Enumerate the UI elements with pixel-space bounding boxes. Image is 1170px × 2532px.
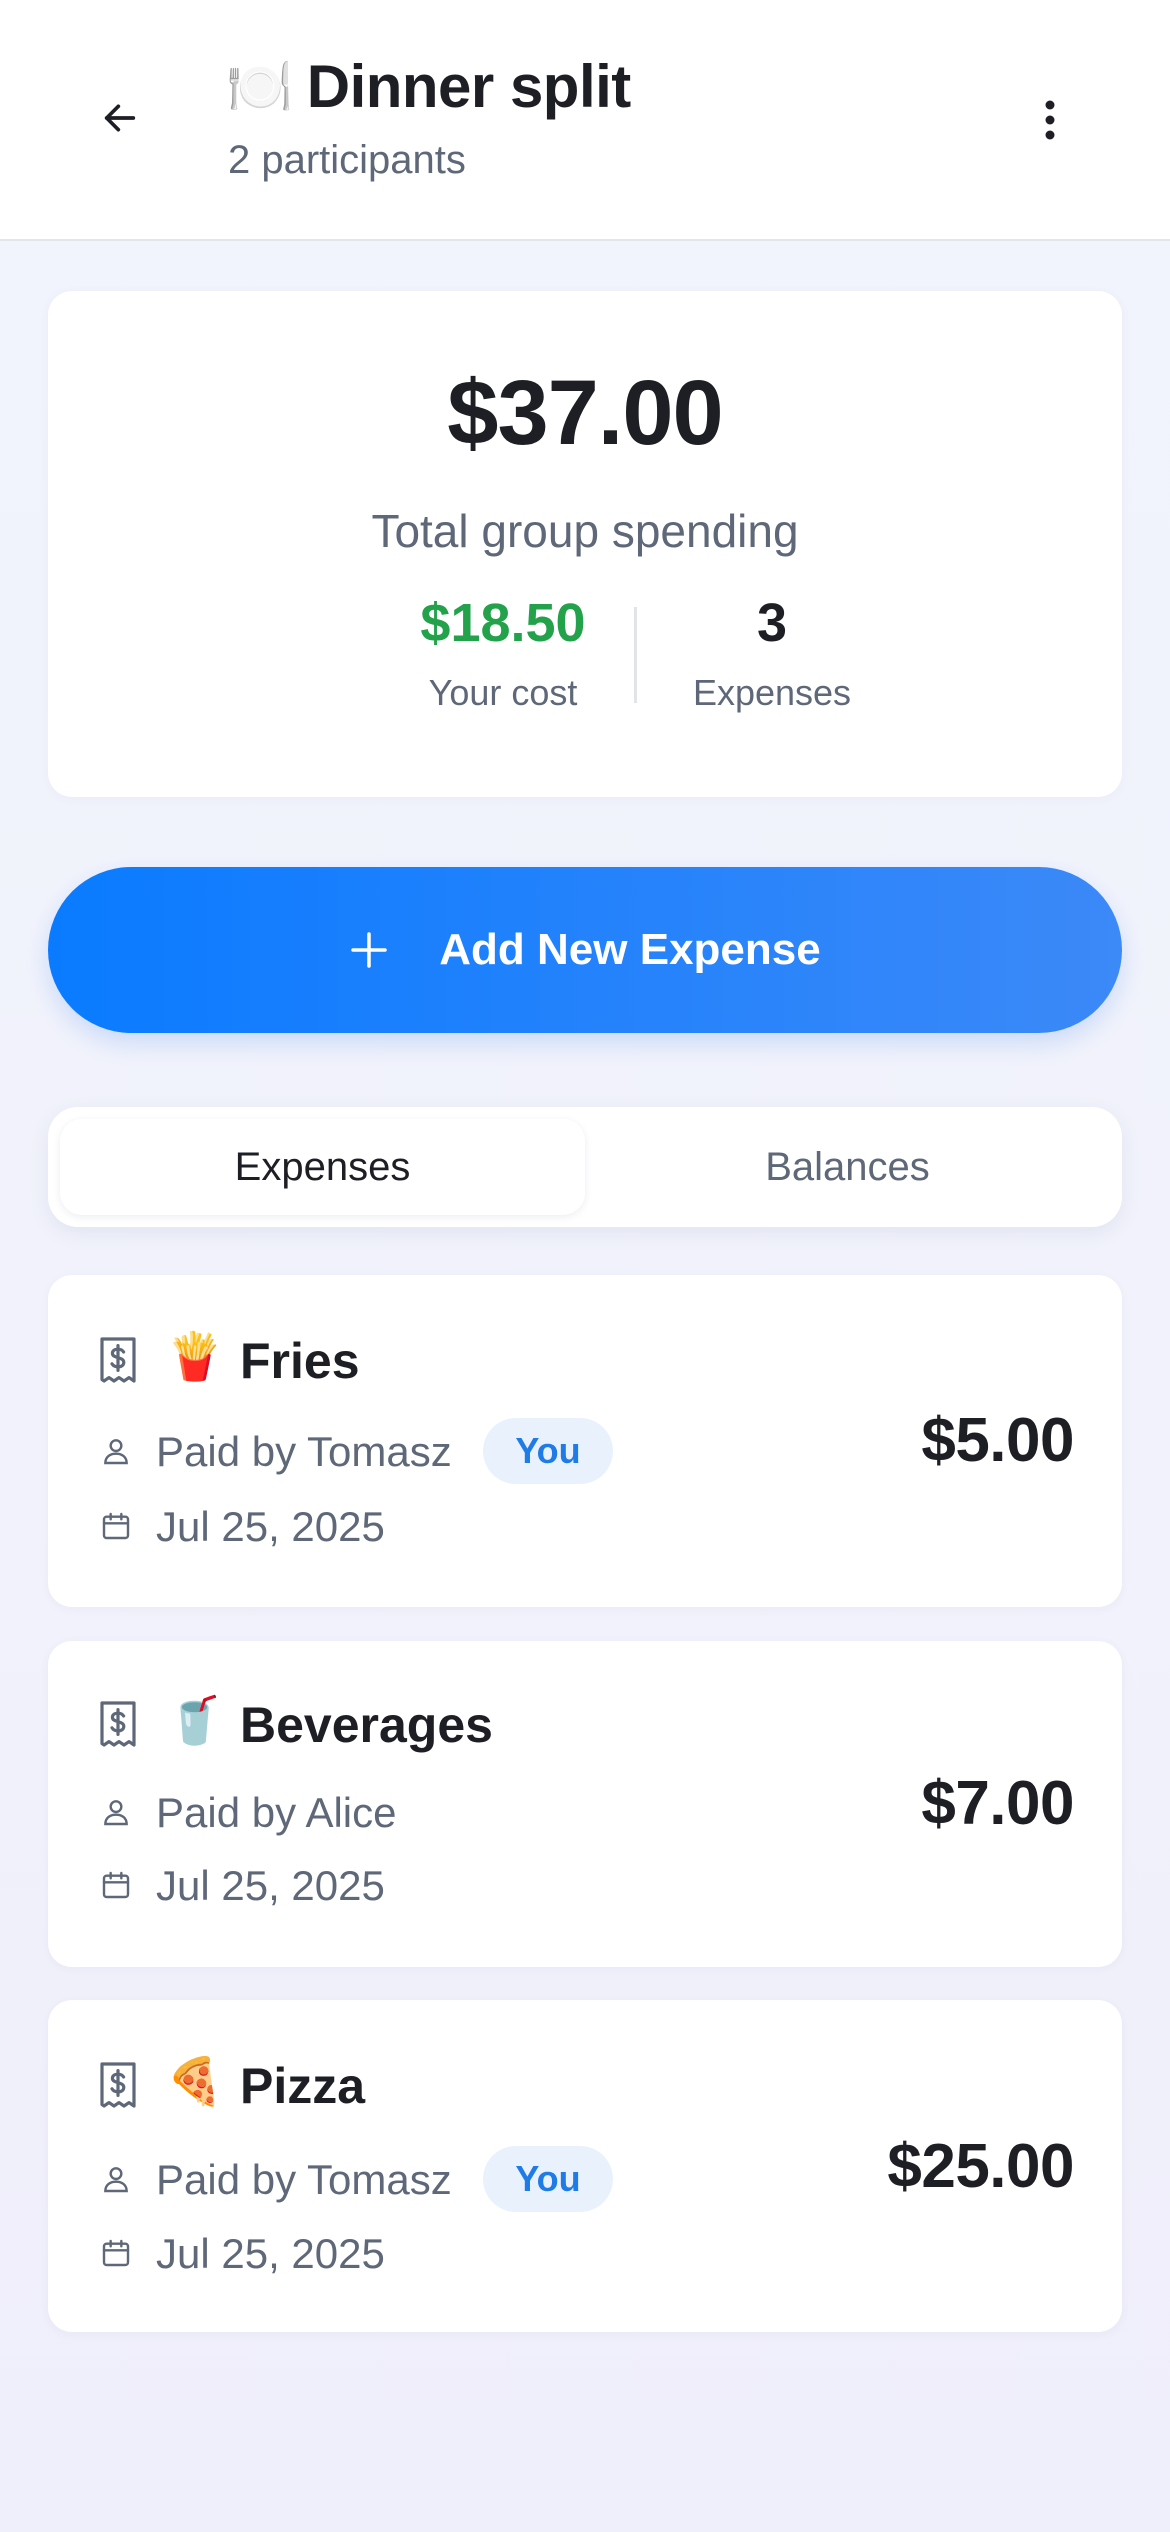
user-icon <box>104 2167 128 2193</box>
paid-by: Paid by Alice <box>156 1789 397 1836</box>
fries-icon: 🍟 <box>166 1329 224 1383</box>
expenses-count-label: Expenses <box>692 672 852 713</box>
expense-item-fries[interactable]: 🍟 Fries Paid by Tomasz You Jul 25, 2025 … <box>48 1275 1122 1607</box>
receipt-dollar-icon <box>100 1337 136 1383</box>
user-icon <box>104 1800 128 1826</box>
calendar-icon <box>102 1512 130 1540</box>
plus-icon <box>351 932 388 968</box>
expense-name: Fries <box>240 1333 360 1389</box>
your-cost-stat: $18.50 Your cost <box>361 596 645 714</box>
expense-amount: $7.00 <box>921 1769 1074 1838</box>
more-menu-button[interactable] <box>1010 80 1090 160</box>
expenses-count-stat: 3 Expenses <box>630 596 914 714</box>
page-title-text: Dinner split <box>306 53 632 120</box>
total-amount: $37.00 <box>447 362 723 464</box>
user-icon <box>104 1439 128 1465</box>
tab-expenses[interactable]: Expenses <box>60 1119 585 1215</box>
more-vertical-icon <box>1045 100 1055 140</box>
view-tabs: Expenses Balances <box>48 1107 1122 1227</box>
expense-amount: $5.00 <box>921 1406 1074 1475</box>
expense-item-beverages[interactable]: 🥤 Beverages Paid by Alice Jul 25, 2025 $… <box>48 1641 1122 1967</box>
add-expense-button[interactable]: Add New Expense <box>48 867 1122 1033</box>
plate-icon: 🍽️ <box>226 54 293 118</box>
participants-count: 2 participants <box>228 138 466 182</box>
expense-name: Beverages <box>240 1697 493 1753</box>
app-header: 🍽️ Dinner split 2 participants <box>0 0 1170 241</box>
tab-balances[interactable]: Balances <box>585 1119 1110 1215</box>
expenses-count-value: 3 <box>756 593 788 653</box>
expense-amount: $25.00 <box>887 2132 1074 2201</box>
arrow-left-icon <box>104 104 136 132</box>
your-cost-label: Your cost <box>428 672 578 713</box>
expense-date: Jul 25, 2025 <box>156 1503 385 1550</box>
you-badge: You <box>483 2146 613 2212</box>
pizza-icon: 🍕 <box>166 2054 224 2108</box>
expense-name: Pizza <box>240 2058 366 2114</box>
receipt-dollar-icon <box>100 1701 136 1747</box>
page-title: 🍽️ Dinner split <box>226 52 631 121</box>
calendar-icon <box>102 2239 130 2267</box>
add-expense-label: Add New Expense <box>439 925 821 974</box>
expense-item-pizza[interactable]: 🍕 Pizza Paid by Tomasz You Jul 25, 2025 … <box>48 2000 1122 2332</box>
paid-by: Paid by Tomasz <box>156 2156 452 2203</box>
expense-date: Jul 25, 2025 <box>156 1862 385 1909</box>
beverage-icon: 🥤 <box>166 1693 224 1747</box>
summary-card: $37.00 Total group spending $18.50 Your … <box>48 291 1122 797</box>
back-button[interactable] <box>82 80 158 156</box>
your-cost-value: $18.50 <box>420 593 586 653</box>
total-label: Total group spending <box>371 505 799 557</box>
expense-date: Jul 25, 2025 <box>156 2230 385 2277</box>
receipt-dollar-icon <box>100 2062 136 2108</box>
calendar-icon <box>102 1871 130 1899</box>
you-badge: You <box>483 1418 613 1484</box>
paid-by: Paid by Tomasz <box>156 1428 452 1475</box>
